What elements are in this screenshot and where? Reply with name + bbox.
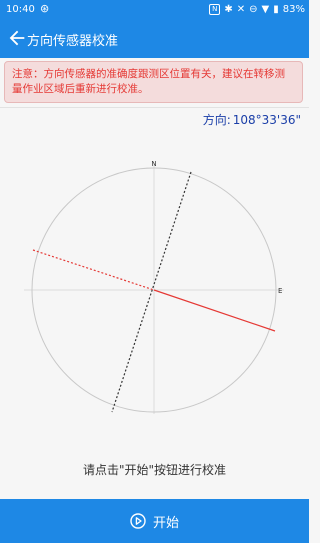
heading-value: 108°33'36" (232, 113, 301, 127)
calibration-notice: 注意：方向传感器的准确度跟测区位置有关，建议在转移测量作业区域后重新进行校准。 (4, 61, 303, 103)
page-title: 方向传感器校准 (27, 34, 119, 49)
instruction-text: 请点击"开始"按钮进行校准 (82, 463, 227, 477)
status-bar: 10:40 ⊛ N ✱ ✕ ⊖ ▼ ▮ 83% (0, 0, 309, 20)
bluetooth-icon: ✱ (224, 4, 233, 15)
east-label: E (278, 287, 282, 295)
back-arrow-icon[interactable] (6, 27, 28, 49)
nfc-icon: N (209, 4, 221, 15)
start-button[interactable]: 开始 (0, 499, 309, 543)
wifi-icon: ▼ (261, 4, 270, 15)
battery-percent: 83% (282, 4, 305, 15)
status-time: 10:40 (6, 4, 35, 15)
east-axis-line (153, 289, 276, 332)
mute-icon: ✕ (236, 4, 246, 15)
status-icons: N ✱ ✕ ⊖ ▼ ▮ 83% (209, 4, 305, 15)
app-bar: 方向传感器校准 (0, 20, 309, 58)
battery-icon: ▮ (273, 4, 279, 15)
heading-prefix: 方向: (202, 113, 231, 127)
play-circle-icon (130, 513, 146, 529)
north-axis-line (111, 171, 192, 413)
do-not-disturb-icon: ⊖ (249, 4, 258, 15)
heading-readout: 方向: 108°33'36" (203, 111, 301, 128)
west-axis-line (32, 249, 155, 291)
start-button-label: 开始 (152, 515, 179, 531)
north-label: N (151, 160, 156, 168)
compass-dial: N E (24, 160, 284, 414)
sync-icon: ⊛ (40, 2, 50, 15)
notice-text: 注意：方向传感器的准确度跟测区位置有关，建议在转移测量作业区域后重新进行校准。 (12, 68, 285, 95)
divider (0, 107, 309, 108)
